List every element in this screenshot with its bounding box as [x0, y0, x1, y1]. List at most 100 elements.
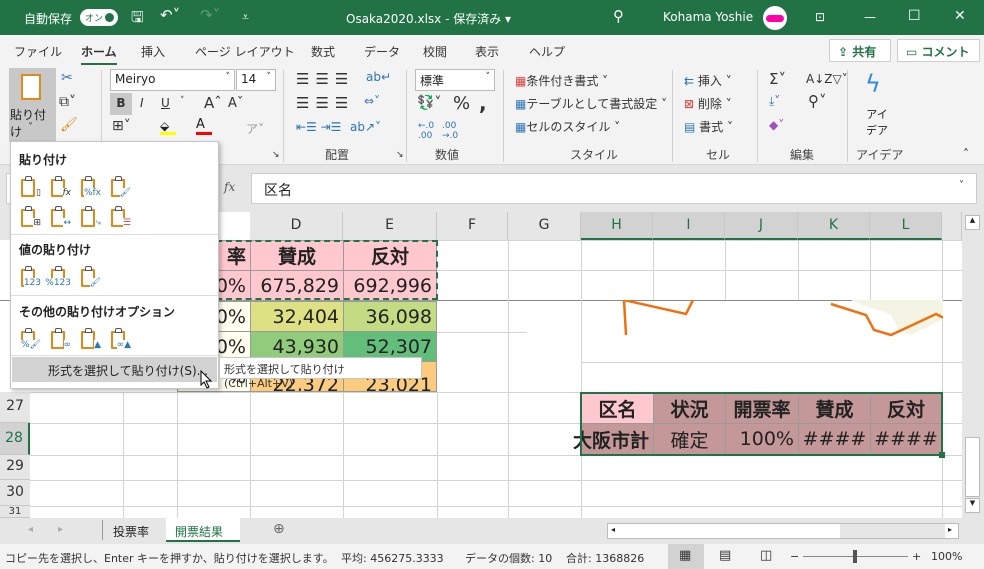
column-header-j[interactable]: J [725, 212, 798, 240]
decrease-decimal-icon[interactable]: .00 →.0 [442, 121, 458, 141]
horizontal-align-icons[interactable]: ☰☰☰ [296, 94, 354, 112]
cell-d-3[interactable]: 32,404 [250, 301, 344, 332]
collapse-ribbon-icon[interactable]: ˄ [963, 147, 969, 161]
chart-fragment[interactable] [581, 300, 943, 345]
tab-data[interactable]: データ [364, 43, 400, 60]
insert-function-button[interactable]: fx [224, 180, 235, 194]
maximize-icon[interactable]: ☐ [908, 8, 921, 24]
tab-help[interactable]: ヘルプ [529, 43, 565, 60]
autosave-toggle[interactable]: オン [80, 9, 118, 26]
summary-header-ward[interactable]: 区名 [581, 392, 654, 424]
paste-values-source-formatting-icon[interactable]: 🖌 [79, 266, 101, 288]
page-break-preview-icon[interactable]: ◫ [760, 548, 772, 563]
italic-button[interactable]: I [140, 96, 144, 110]
row-header-28[interactable]: 28 [0, 423, 30, 455]
scroll-left-icon[interactable]: ◂ [611, 525, 615, 534]
cut-icon[interactable]: ✂ [61, 70, 73, 86]
merge-center-icon[interactable]: ⇔˅ [364, 94, 380, 108]
paste-transpose-icon[interactable]: ⤷ [79, 206, 101, 228]
share-button[interactable]: ⇪ 共有 [829, 39, 891, 62]
normal-view-button[interactable]: ▦ [668, 544, 704, 569]
undo-icon[interactable]: ↶˅ [160, 6, 180, 24]
scroll-right-icon[interactable]: ▸ [948, 525, 952, 534]
currency-icon[interactable]: 💱˅ [417, 95, 441, 111]
format-cells-button[interactable]: ▤ 書式 ˅ [684, 118, 733, 135]
tab-formulas[interactable]: 数式 [311, 43, 335, 60]
column-header-f[interactable]: F [437, 212, 508, 240]
save-icon[interactable]: 🖫 [131, 7, 144, 32]
ribbon-display-icon[interactable]: ⊡ [815, 10, 825, 24]
cell-e-header[interactable]: 反対 [343, 240, 437, 271]
summary-header-rate[interactable]: 開票率 [725, 392, 799, 424]
cell-styles-button[interactable]: ▦セルのスタイル ˅ [515, 118, 620, 135]
paste-link-icon[interactable]: ∞ [49, 328, 71, 350]
fill-color-icon[interactable]: ⬙ [160, 119, 176, 135]
underline-button[interactable]: U [161, 96, 170, 110]
cell-d-header[interactable]: 賛成 [250, 240, 344, 271]
tab-home[interactable]: ホーム [81, 43, 117, 66]
user-name[interactable]: Kohama Yoshie [663, 10, 753, 24]
column-header-e[interactable]: E [343, 212, 437, 240]
summary-header-no[interactable]: 反対 [870, 392, 942, 424]
summary-cell-yes[interactable]: #### [798, 423, 871, 455]
zoom-out-icon[interactable]: − [790, 550, 799, 563]
add-sheet-icon[interactable]: ⊕ [273, 521, 285, 537]
avatar[interactable] [763, 6, 787, 30]
scroll-up-icon[interactable]: ▲ [965, 215, 980, 230]
column-header-i[interactable]: I [653, 212, 725, 240]
row-header-31[interactable]: 31 [0, 506, 30, 518]
sort-filter-icon[interactable]: A↓Z▽˅ [806, 72, 848, 86]
scroll-down-icon[interactable]: ▼ [965, 498, 980, 513]
cell-d-total[interactable]: 675,829 [250, 270, 344, 301]
clear-icon[interactable]: ◆˅ [769, 118, 784, 132]
search-icon[interactable]: ⚲ [613, 7, 624, 25]
summary-cell-no[interactable]: #### [870, 423, 942, 455]
autosum-icon[interactable]: Σ˅ [769, 70, 786, 88]
tab-view[interactable]: 表示 [475, 43, 499, 60]
border-icon[interactable]: ⊞˅ [112, 118, 131, 134]
sheet-scroll-right-icon[interactable]: ▸ [58, 524, 63, 535]
paste-picture-icon[interactable]: ▲ [79, 328, 101, 350]
wrap-text-icon[interactable]: ab↵ [366, 70, 391, 84]
underline-dropdown-icon[interactable]: ˅ [180, 96, 185, 106]
zoom-slider-thumb[interactable] [853, 550, 857, 563]
column-header-l[interactable]: L [870, 212, 942, 240]
formula-input[interactable]: 区名 ˅ [251, 173, 977, 204]
comma-icon[interactable]: , [479, 91, 487, 115]
increase-decimal-icon[interactable]: ←.0.00 [418, 121, 434, 141]
paste-formatting-icon[interactable]: %🖌 [19, 328, 41, 350]
tab-page-layout[interactable]: ページ レイアウト [195, 43, 295, 60]
paste-values-icon[interactable]: 123 [19, 266, 41, 288]
vertical-scrollbar[interactable]: ▲ ▼ [962, 212, 984, 518]
cell-e-3[interactable]: 36,098 [343, 301, 437, 332]
paste-linked-picture-icon[interactable]: ∞▲ [109, 328, 131, 350]
fill-icon[interactable]: ⤓˅ [769, 94, 780, 109]
orientation-icon[interactable]: ab↗˅ [350, 120, 381, 134]
column-header-d[interactable]: D [250, 212, 343, 240]
tab-insert[interactable]: 挿入 [141, 43, 165, 60]
customize-qat-icon[interactable]: ⩡ [242, 10, 249, 25]
column-header-k[interactable]: K [798, 212, 870, 240]
file-title[interactable]: Osaka2020.xlsx - 保存済み ▾ [346, 10, 511, 27]
horizontal-scroll-track[interactable] [840, 524, 945, 538]
shrink-font-icon[interactable]: Aˇ [228, 96, 243, 111]
fill-handle[interactable] [939, 452, 945, 458]
column-header-h[interactable]: H [581, 212, 653, 240]
find-icon[interactable]: ⚲˅ [808, 92, 827, 110]
comment-button[interactable]: ▭ コメント [897, 39, 980, 62]
font-color-icon[interactable]: A [196, 117, 212, 135]
paste-keep-column-widths-icon[interactable]: ↔ [49, 206, 71, 228]
close-icon[interactable]: ✕ [954, 8, 966, 24]
paste-no-borders-icon[interactable]: ⊞ [19, 206, 41, 228]
font-name-select[interactable]: Meiryo ˅ [110, 69, 235, 91]
sheet-tab-results[interactable]: 開票結果 [166, 518, 240, 542]
number-format-select[interactable]: 標準 ˅ [415, 69, 495, 91]
font-size-select[interactable]: 14 ˅ [236, 69, 276, 91]
horizontal-scrollbar[interactable]: ◂ ▸ [607, 523, 959, 539]
phonetic-icon[interactable]: ア˅ [246, 120, 264, 137]
ideas-button[interactable]: ϟ アイ デア [860, 70, 894, 137]
row-header-29[interactable]: 29 [0, 455, 30, 480]
row-header-30[interactable]: 30 [0, 480, 30, 506]
align-dialog-launcher-icon[interactable]: ↘ [396, 150, 404, 160]
page-layout-view-icon[interactable]: ▤ [719, 548, 731, 563]
